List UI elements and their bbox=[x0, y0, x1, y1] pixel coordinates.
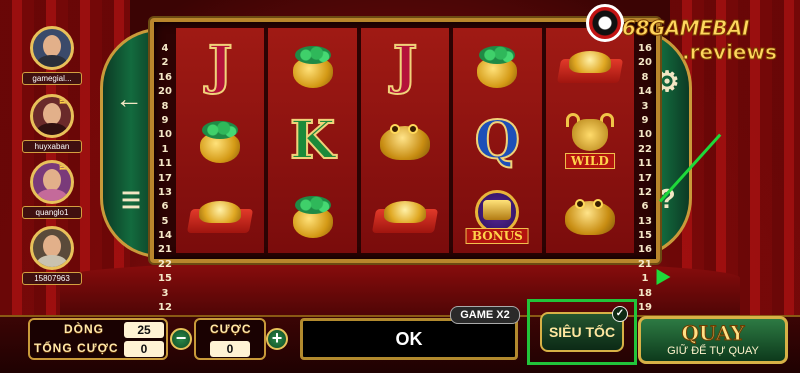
symbol-golden-toad bbox=[361, 103, 449, 178]
symbol-letter-j: J bbox=[207, 34, 234, 97]
payline-number: 13 bbox=[158, 186, 172, 198]
symbol-letter-q: Q bbox=[474, 109, 521, 172]
reel-2: K bbox=[268, 28, 357, 253]
payline-number: 22 bbox=[158, 258, 172, 270]
payline-number: 15 bbox=[158, 273, 172, 285]
avatar: ♛ bbox=[30, 160, 74, 204]
increase-bet-button[interactable]: + bbox=[266, 328, 288, 350]
player-seat-2[interactable]: ♛ huyxaban bbox=[22, 94, 82, 153]
total-bet-value: 0 bbox=[124, 341, 164, 357]
payline-number: 14 bbox=[158, 230, 172, 242]
payline-number: 17 bbox=[158, 172, 172, 184]
symbol-wild: WILD bbox=[546, 103, 634, 178]
payline-number: 1 bbox=[641, 273, 649, 285]
player-name: 15807963 bbox=[22, 272, 82, 285]
player-seat-3[interactable]: ♛ quanglo1 bbox=[22, 160, 82, 219]
spin-label: QUAY bbox=[681, 321, 745, 346]
symbol-gold-ingot bbox=[361, 178, 449, 253]
game-x2-button[interactable]: GAME X2 bbox=[450, 306, 520, 324]
payline-number: 17 bbox=[638, 172, 652, 184]
check-icon: ✓ bbox=[612, 306, 628, 322]
reel-frame: 421620891011117136514212215312181972325 … bbox=[150, 18, 660, 371]
payline-number: 5 bbox=[161, 215, 169, 227]
symbol-gold-ingot bbox=[176, 178, 264, 253]
payline-number: 8 bbox=[161, 100, 169, 112]
brand-logo: 68GAMEBAI .reviews bbox=[586, 4, 786, 74]
spin-button[interactable]: QUAY GIỮ ĐỂ TỰ QUAY bbox=[638, 316, 788, 364]
decrease-bet-button[interactable]: − bbox=[170, 328, 192, 350]
payline-number: 9 bbox=[641, 114, 649, 126]
wild-label: WILD bbox=[564, 152, 615, 169]
player-name: gamegial... bbox=[22, 72, 82, 85]
payline-number: 3 bbox=[641, 100, 649, 112]
symbol-money-pot bbox=[453, 28, 541, 103]
payline-number: 16 bbox=[638, 244, 652, 256]
payline-number: 16 bbox=[158, 71, 172, 83]
payline-number: 1 bbox=[161, 143, 169, 155]
result-display: OK bbox=[300, 318, 518, 360]
casino-chip-icon bbox=[586, 4, 624, 42]
symbol-bonus: BONUS bbox=[453, 178, 541, 253]
payline-number: 11 bbox=[158, 158, 172, 170]
avatar bbox=[30, 226, 74, 270]
symbol-letter-k: K bbox=[289, 109, 336, 172]
payline-number: 10 bbox=[158, 129, 172, 141]
turbo-button[interactable]: SIÊU TỐC ✓ bbox=[540, 306, 628, 352]
back-arrow-icon[interactable]: ← bbox=[109, 79, 149, 119]
payline-number: 13 bbox=[638, 215, 652, 227]
payline-number: 6 bbox=[161, 201, 169, 213]
payline-number: 21 bbox=[638, 258, 652, 270]
crown-icon: ♛ bbox=[56, 94, 69, 107]
symbol-money-pot bbox=[176, 103, 264, 178]
payline-number: 14 bbox=[638, 86, 652, 98]
payline-number: 10 bbox=[638, 129, 652, 141]
lines-value[interactable]: 25 bbox=[124, 322, 164, 338]
total-bet-label: TỔNG CƯỢC bbox=[34, 341, 119, 355]
payline-number: 21 bbox=[158, 244, 172, 256]
payline-number: 4 bbox=[161, 43, 169, 54]
bet-panel: CƯỢC 0 bbox=[194, 318, 266, 360]
paytable-icon[interactable]: ☰ bbox=[111, 181, 151, 221]
payline-number: 3 bbox=[161, 287, 169, 299]
bet-label: CƯỢC bbox=[210, 322, 252, 336]
crown-icon: ♛ bbox=[56, 160, 69, 173]
logo-subtitle: .reviews bbox=[682, 40, 778, 65]
payline-number: 22 bbox=[638, 143, 652, 155]
payline-number: 2 bbox=[161, 57, 169, 69]
avatar bbox=[30, 26, 74, 70]
symbol-money-pot bbox=[268, 178, 356, 253]
turbo-label: SIÊU TỐC bbox=[548, 324, 616, 340]
logo-title: 68GAMEBAI bbox=[622, 16, 750, 41]
turbo-highlight: SIÊU TỐC ✓ bbox=[527, 299, 637, 365]
payline-number: 6 bbox=[641, 201, 649, 213]
player-name: quanglo1 bbox=[22, 206, 82, 219]
payline-number: 9 bbox=[161, 114, 169, 126]
reel-1: J bbox=[176, 28, 265, 253]
symbol-golden-toad bbox=[546, 178, 634, 253]
symbol-letter-j: J bbox=[392, 34, 419, 97]
player-seat-1[interactable]: gamegial... bbox=[22, 26, 82, 85]
payline-number: 19 bbox=[638, 302, 652, 314]
lines-label: DÒNG bbox=[64, 322, 104, 336]
avatar: ♛ bbox=[30, 94, 74, 138]
payline-number: 15 bbox=[638, 230, 652, 242]
reel-4: Q BONUS bbox=[453, 28, 542, 253]
player-name: huyxaban bbox=[22, 140, 82, 153]
bonus-label: BONUS bbox=[465, 227, 529, 244]
payline-number: 12 bbox=[638, 186, 652, 198]
bet-value: 0 bbox=[210, 341, 250, 357]
symbol-money-pot bbox=[268, 28, 356, 103]
reel-3: J bbox=[360, 28, 450, 253]
reel-grid: J K J Q BONUS WILD bbox=[176, 28, 634, 253]
lines-bet-panel: DÒNG 25 TỔNG CƯỢC 0 bbox=[28, 318, 168, 360]
payline-number: 11 bbox=[638, 158, 652, 170]
spin-hint: GIỮ ĐỂ TỰ QUAY bbox=[667, 345, 759, 357]
player-seat-4[interactable]: 15807963 bbox=[22, 226, 82, 285]
payline-number: 20 bbox=[158, 86, 172, 98]
payline-number: 18 bbox=[638, 287, 652, 299]
payline-number: 12 bbox=[158, 302, 172, 314]
